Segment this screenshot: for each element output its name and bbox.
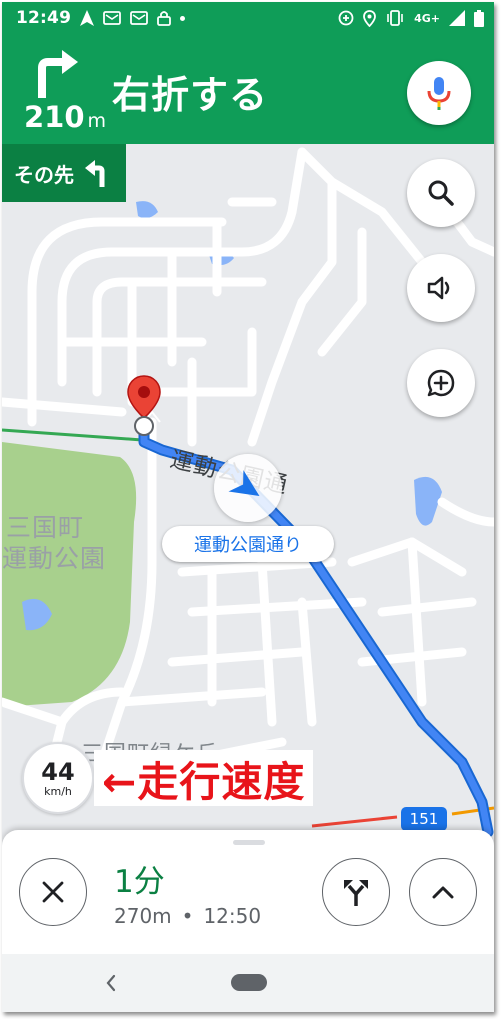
chevron-up-icon <box>432 886 454 899</box>
back-icon[interactable] <box>100 968 122 998</box>
navigation-arrow-icon <box>228 470 260 497</box>
dot-icon <box>180 15 186 21</box>
distance-to-turn: 210 m <box>24 100 106 134</box>
add-report-button[interactable] <box>407 349 475 417</box>
microphone-icon <box>427 77 451 110</box>
park-name-line2: 運動公園 <box>2 544 107 573</box>
battery-icon <box>474 9 484 27</box>
current-location-puck <box>214 454 282 522</box>
network-type: 4G+ <box>414 11 440 25</box>
speedometer: 44 km/h <box>22 742 94 814</box>
search-icon <box>428 180 454 206</box>
navigation-header[interactable]: 210 m 右折する <box>2 34 494 144</box>
remaining-distance: 270m <box>114 904 172 928</box>
turn-instruction: 右折する <box>112 73 269 117</box>
close-icon <box>42 881 64 903</box>
status-time: 12:49 <box>16 8 72 28</box>
system-navigation-bar <box>2 954 494 1012</box>
trip-details: 270m • 12:50 <box>114 904 261 928</box>
data-saver-icon <box>338 10 354 26</box>
turn-left-icon <box>85 160 105 187</box>
trip-separator: • <box>181 904 194 928</box>
alt-route-icon <box>344 880 368 906</box>
gmail-icon <box>103 11 122 25</box>
speed-unit: km/h <box>44 784 72 798</box>
alternate-routes-button[interactable] <box>322 858 390 926</box>
distance-unit: m <box>87 110 107 132</box>
then-instruction: その先 <box>2 144 126 202</box>
route-number-badge: 151 <box>401 807 447 831</box>
trip-summary-sheet[interactable]: 1分 270m • 12:50 <box>2 830 494 954</box>
distance-value: 210 <box>24 100 85 134</box>
sound-button[interactable] <box>407 254 475 322</box>
turn-right-icon <box>38 50 78 98</box>
navigation-icon <box>80 10 95 26</box>
search-button[interactable] <box>407 159 475 227</box>
road-name-chip[interactable]: 運動公園通り <box>162 526 334 562</box>
status-bar: 12:49 4G+ <box>2 2 494 34</box>
then-label: その先 <box>14 162 74 187</box>
location-icon <box>363 9 376 27</box>
add-report-icon <box>427 369 455 397</box>
gmail-icon <box>130 11 149 25</box>
vibrate-icon <box>385 10 405 26</box>
voice-search-button[interactable] <box>407 61 471 125</box>
destination-pin-icon[interactable] <box>126 374 162 438</box>
speed-value: 44 <box>41 757 75 786</box>
eta-duration: 1分 <box>114 864 165 900</box>
arrival-time: 12:50 <box>203 904 262 928</box>
annotation-text: ←走行速度 <box>102 758 306 806</box>
sheet-drag-handle[interactable] <box>233 840 265 845</box>
signal-icon <box>449 10 465 26</box>
phone-screen: 三国町 運動公園 三国町緑ケ丘 運動公園通 運動公園通り 151 <box>2 2 494 1012</box>
lock-icon <box>157 10 172 26</box>
exit-navigation-button[interactable] <box>19 858 87 926</box>
volume-icon <box>427 276 450 300</box>
speed-annotation: ←走行速度 <box>94 750 314 806</box>
expand-sheet-button[interactable] <box>409 858 477 926</box>
home-pill[interactable] <box>231 974 267 991</box>
